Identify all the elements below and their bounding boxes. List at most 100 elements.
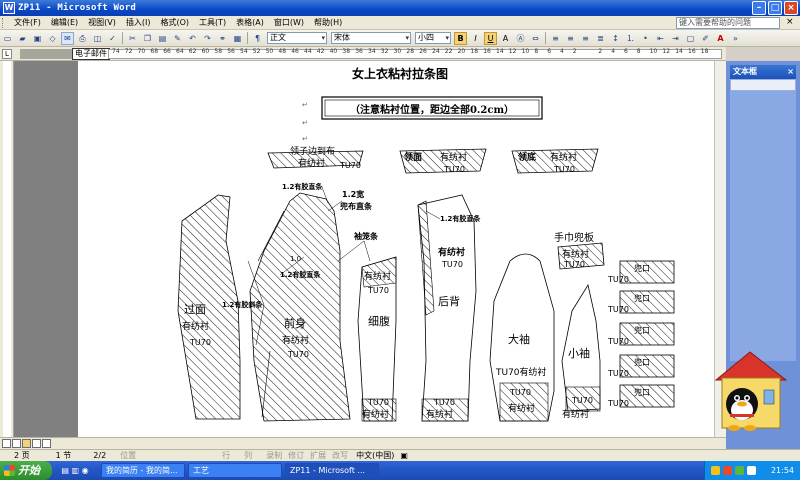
email-icon[interactable]: ✉ (61, 31, 74, 45)
bullets-icon[interactable]: • (639, 32, 652, 45)
menu-edit[interactable]: 编辑(E) (46, 17, 83, 28)
permission-icon[interactable]: ◇ (46, 32, 59, 45)
status-record[interactable]: 录制 (266, 450, 282, 461)
borders-icon[interactable]: ▢ (684, 32, 697, 45)
ruler-tick: 36 (355, 48, 363, 55)
numbering-icon[interactable]: ⒈ (624, 32, 637, 45)
tab-selector[interactable]: L (2, 49, 12, 59)
italic-button[interactable]: I (469, 32, 482, 45)
align-left-icon[interactable]: ≡ (549, 32, 562, 45)
hyperlink-icon[interactable]: ⚭ (216, 32, 229, 45)
collar-face-lining: 有纺衬 (440, 151, 467, 163)
print-icon[interactable]: ⎙ (76, 32, 89, 45)
style-select[interactable]: 正文 (267, 32, 327, 44)
align-right-icon[interactable]: ≡ (579, 32, 592, 45)
font-color-icon[interactable]: A (714, 32, 727, 45)
ruler-track[interactable] (108, 49, 722, 59)
status-page: 2 页 (14, 451, 30, 460)
redo-icon[interactable]: ↷ (201, 32, 214, 45)
ruler-tick: 48 (278, 48, 287, 55)
open-folder-icon[interactable]: ▰ (16, 32, 29, 45)
menu-tools[interactable]: 工具(T) (194, 17, 231, 28)
menu-insert[interactable]: 插入(I) (121, 17, 156, 28)
clock: 21:54 (770, 466, 794, 475)
web-view-button[interactable] (12, 439, 21, 448)
ruler-tick: 52 (252, 48, 261, 55)
reading-view-button[interactable] (42, 439, 51, 448)
ruler-tick: 12 (508, 48, 517, 55)
pocket-flap-label: 手巾兜板 (554, 231, 594, 244)
word-app-icon[interactable]: W (3, 2, 15, 14)
diagram-subtitle: （注意粘衬位置，距边全部0.2cm） (350, 103, 514, 116)
tray-volume-icon[interactable] (747, 466, 756, 475)
window-title: ZP11 - Microsoft Word (18, 3, 136, 13)
document-close-icon[interactable]: × (786, 17, 794, 27)
taskbar-item-word[interactable]: ZP11 - Microsoft ... (285, 463, 379, 478)
decrease-indent-icon[interactable]: ⇤ (654, 32, 667, 45)
char-scale-icon[interactable]: ⇔ (529, 32, 542, 45)
font-size-select[interactable]: 小四 (415, 32, 451, 44)
menu-file[interactable]: 文件(F) (9, 17, 46, 28)
menu-format[interactable]: 格式(O) (155, 17, 194, 28)
taskbar-item-folder[interactable]: 工艺 (188, 463, 282, 478)
close-button[interactable]: × (784, 1, 798, 15)
minimize-button[interactable]: – (752, 1, 766, 15)
line-spacing-icon[interactable]: ↕ (609, 32, 622, 45)
print-view-button[interactable] (22, 439, 31, 448)
menu-view[interactable]: 视图(V) (83, 17, 121, 28)
document-page[interactable]: 女上衣粘衬拉条图 （注意粘衬位置，距边全部0.2cm） ↵ ↵ ↵ 领子边到布 … (78, 61, 722, 437)
upper-sleeve-hem-lining: 有纺衬 (508, 402, 535, 414)
help-search-input[interactable]: 键入需要帮助的问题 (676, 17, 780, 29)
ruler-tick: 2 (598, 48, 603, 55)
quick-launch[interactable]: ▤ ▥ ◉ (52, 466, 98, 475)
font-select[interactable]: 宋体 (331, 32, 411, 44)
penguin-mascot-icon[interactable] (708, 346, 792, 438)
pocket-strip-code: TU70 (607, 275, 629, 284)
format-painter-icon[interactable]: ✎ (171, 32, 184, 45)
menu-window[interactable]: 窗口(W) (269, 17, 309, 28)
outline-view-button[interactable] (32, 439, 41, 448)
justify-icon[interactable]: ≣ (594, 32, 607, 45)
tray-security-icon[interactable] (723, 466, 732, 475)
menu-grip-handle[interactable] (2, 17, 5, 28)
copy-icon[interactable]: ❐ (141, 32, 154, 45)
status-overtype[interactable]: 改写 (332, 450, 348, 461)
undo-icon[interactable]: ↶ (186, 32, 199, 45)
side-panel-code: TU70 (367, 398, 389, 407)
char-shading-icon[interactable]: Ⓐ (514, 32, 527, 45)
spelling-status-icon[interactable]: ▣ (400, 451, 408, 460)
align-center-icon[interactable]: ≡ (564, 32, 577, 45)
status-track-changes[interactable]: 修订 (288, 450, 304, 461)
char-border-button[interactable]: A (499, 32, 512, 45)
status-extend[interactable]: 扩展 (310, 450, 326, 461)
menu-help[interactable]: 帮助(H) (309, 17, 347, 28)
horizontal-scrollbar[interactable] (0, 437, 726, 449)
underline-button[interactable]: U (484, 31, 497, 45)
start-button[interactable]: 开始 (0, 461, 52, 480)
cut-icon[interactable]: ✂ (126, 32, 139, 45)
pocket-strip-label: 兜口 (634, 387, 650, 397)
styles-icon[interactable]: ¶ (251, 32, 264, 45)
bold-button[interactable]: B (454, 31, 467, 45)
tray-app-icon[interactable] (711, 466, 720, 475)
increase-indent-icon[interactable]: ⇥ (669, 32, 682, 45)
toolbar-options-icon[interactable]: » (729, 32, 742, 45)
new-document-icon[interactable]: ▭ (1, 32, 14, 45)
menu-bar: 文件(F) 编辑(E) 视图(V) 插入(I) 格式(O) 工具(T) 表格(A… (0, 16, 800, 30)
paste-icon[interactable]: ▤ (156, 32, 169, 45)
print-preview-icon[interactable]: ◫ (91, 32, 104, 45)
maximize-button[interactable]: □ (768, 1, 782, 15)
tray-network-icon[interactable] (735, 466, 744, 475)
table-icon[interactable]: ▦ (231, 32, 244, 45)
back-hem-lining: 有纺衬 (426, 408, 453, 420)
save-icon[interactable]: ▣ (31, 32, 44, 45)
pane-toolbar[interactable] (730, 79, 796, 91)
normal-view-button[interactable] (2, 439, 11, 448)
back-lining: 有纺衬 (438, 246, 465, 258)
highlight-icon[interactable]: ✐ (699, 32, 712, 45)
note-pocket-tape: 兜布直条 (340, 201, 373, 211)
menu-table[interactable]: 表格(A) (231, 17, 269, 28)
taskbar-item-resume[interactable]: 我的简历 - 我的简... (101, 463, 185, 478)
pane-close-icon[interactable]: × (787, 65, 794, 79)
spelling-icon[interactable]: ✓ (106, 32, 119, 45)
